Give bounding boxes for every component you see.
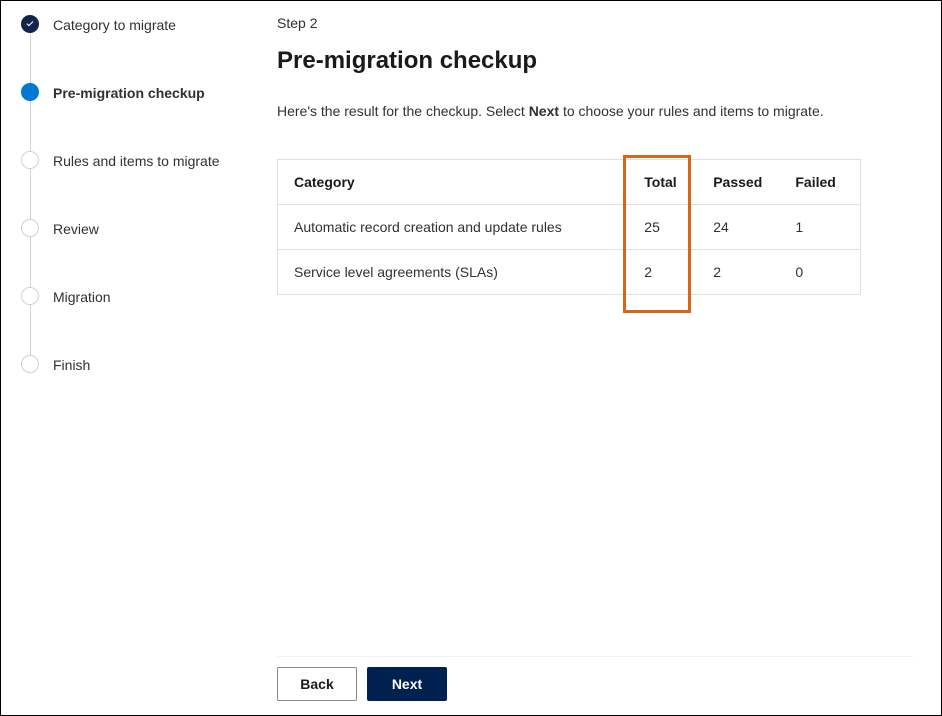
wizard-footer: Back Next <box>277 656 913 715</box>
cell-failed: 0 <box>779 250 860 295</box>
page-title: Pre-migration checkup <box>277 47 913 75</box>
main-content: Step 2 Pre-migration checkup Here's the … <box>261 11 941 715</box>
pending-step-icon <box>21 151 39 169</box>
col-header-total: Total <box>628 160 697 205</box>
cell-passed: 24 <box>697 205 779 250</box>
step-label: Pre-migration checkup <box>53 83 205 103</box>
current-step-icon <box>21 83 39 101</box>
pending-step-icon <box>21 355 39 373</box>
wizard-stepper: Category to migrate Pre-migration checku… <box>1 11 261 715</box>
next-button[interactable]: Next <box>367 667 447 701</box>
table-row[interactable]: Automatic record creation and update rul… <box>278 205 861 250</box>
step-label: Rules and items to migrate <box>53 151 220 171</box>
page-subtitle: Here's the result for the checkup. Selec… <box>277 103 913 119</box>
table-row[interactable]: Service level agreements (SLAs) 2 2 0 <box>278 250 861 295</box>
cell-total: 2 <box>628 250 697 295</box>
step-number-caption: Step 2 <box>277 15 913 31</box>
col-header-failed: Failed <box>779 160 860 205</box>
step-rules-and-items[interactable]: Rules and items to migrate <box>21 151 261 219</box>
results-table-wrapper: Category Total Passed Failed Automatic r… <box>277 159 861 295</box>
step-pre-migration-checkup[interactable]: Pre-migration checkup <box>21 83 261 151</box>
step-label: Review <box>53 219 99 239</box>
cell-category: Service level agreements (SLAs) <box>278 250 629 295</box>
step-label: Category to migrate <box>53 15 176 35</box>
back-button[interactable]: Back <box>277 667 357 701</box>
table-header-row: Category Total Passed Failed <box>278 160 861 205</box>
subtitle-text-post: to choose your rules and items to migrat… <box>563 103 824 119</box>
step-finish[interactable]: Finish <box>21 355 261 395</box>
pending-step-icon <box>21 219 39 237</box>
subtitle-text-bold: Next <box>529 103 559 119</box>
check-icon <box>21 15 39 33</box>
step-label: Finish <box>53 355 90 375</box>
pending-step-icon <box>21 287 39 305</box>
step-category-to-migrate[interactable]: Category to migrate <box>21 15 261 83</box>
checkup-results-table: Category Total Passed Failed Automatic r… <box>277 159 861 295</box>
subtitle-text-pre: Here's the result for the checkup. Selec… <box>277 103 525 119</box>
step-migration[interactable]: Migration <box>21 287 261 355</box>
col-header-category: Category <box>278 160 629 205</box>
cell-total: 25 <box>628 205 697 250</box>
step-review[interactable]: Review <box>21 219 261 287</box>
cell-failed: 1 <box>779 205 860 250</box>
cell-category: Automatic record creation and update rul… <box>278 205 629 250</box>
cell-passed: 2 <box>697 250 779 295</box>
step-label: Migration <box>53 287 111 307</box>
col-header-passed: Passed <box>697 160 779 205</box>
